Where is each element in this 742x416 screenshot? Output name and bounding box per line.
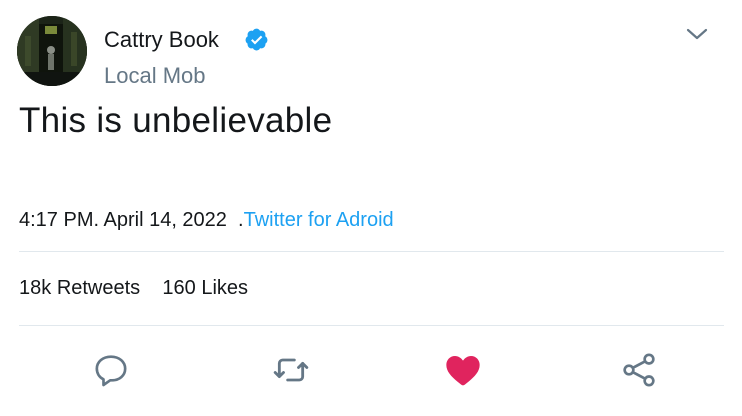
tweet-date[interactable]: April 14, 2022 [104, 209, 227, 231]
tweet-text: This is unbelievable [19, 101, 333, 140]
verified-badge-icon [245, 28, 268, 51]
retweets-count: 18k [19, 277, 52, 299]
tweet-meta: 4:17 PM. April 14, 2022 .Twitter for Adr… [19, 207, 394, 233]
tweet-source-link[interactable]: Twitter for Adroid [244, 209, 394, 231]
share-icon[interactable] [619, 350, 659, 390]
separator-dot: . [93, 209, 104, 231]
retweets-stat[interactable]: 18k Retweets [19, 277, 140, 299]
separator-dot: . [226, 209, 244, 231]
chevron-down-icon[interactable] [683, 23, 711, 45]
retweet-icon[interactable] [271, 350, 311, 390]
retweets-label: Retweets [56, 277, 141, 299]
divider [19, 251, 724, 252]
user-handle[interactable]: Local Mob [104, 63, 206, 89]
display-name[interactable]: Cattry Book [104, 27, 219, 53]
avatar[interactable] [17, 16, 87, 86]
avatar-image [17, 16, 87, 86]
tweet-stats: 18k Retweets 160 Likes [19, 275, 248, 301]
likes-stat[interactable]: 160 Likes [162, 277, 248, 299]
divider [19, 325, 724, 326]
likes-count: 160 [162, 277, 196, 299]
likes-label: Likes [201, 277, 249, 299]
tweet-time[interactable]: 4:17 PM [19, 209, 93, 231]
like-icon[interactable] [443, 350, 483, 390]
reply-icon[interactable] [91, 350, 131, 390]
